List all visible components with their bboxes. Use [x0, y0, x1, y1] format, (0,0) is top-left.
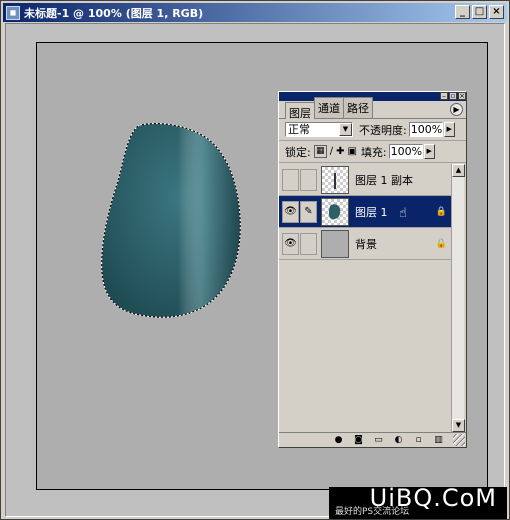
document-window: ◼ 未标题-1 @ 100% (图层 1, RGB) _ □ × – ▫ × 图… — [0, 0, 510, 520]
maximize-button[interactable]: □ — [472, 5, 487, 19]
blend-mode-select[interactable]: 正常 ▼ — [285, 122, 353, 137]
workspace: – ▫ × 图层 通道 路径 ▶ 正常 ▼ 不透明度: 100% ▶ 锁定: ▦… — [5, 23, 505, 517]
panel-minimize-button[interactable]: – — [440, 92, 448, 100]
resize-grip-icon[interactable] — [453, 434, 465, 446]
layers-list: 图层 1 副本 👁 ✎ 图层 1 ☝ 🔒 👁 背景 🔒 — [279, 164, 451, 426]
new-layer-icon[interactable]: ▫ — [413, 435, 424, 445]
layer-row-selected[interactable]: 👁 ✎ 图层 1 ☝ 🔒 — [279, 196, 451, 228]
layer-thumbnail — [321, 165, 349, 194]
layer-lock-icon: 🔒 — [435, 206, 447, 217]
folder-icon[interactable]: ▭ — [373, 435, 384, 445]
scroll-up-icon[interactable]: ▲ — [452, 164, 465, 177]
shape-thumb-icon — [329, 203, 341, 219]
close-button[interactable]: × — [489, 5, 504, 19]
panel-close-button[interactable]: × — [458, 92, 466, 100]
lock-all-icon[interactable]: ▣ — [347, 146, 356, 157]
layer-row-copy[interactable]: 图层 1 副本 — [279, 164, 451, 196]
layers-scrollbar[interactable]: ▲ ▼ — [451, 164, 465, 432]
tab-layers[interactable]: 图层 — [285, 102, 315, 120]
layer-style-icon[interactable]: ● — [333, 435, 344, 445]
fill-input[interactable]: 100% — [388, 144, 423, 159]
layer-thumbnail — [321, 229, 349, 258]
window-title: 未标题-1 @ 100% (图层 1, RGB) — [24, 6, 204, 20]
layers-panel: – ▫ × 图层 通道 路径 ▶ 正常 ▼ 不透明度: 100% ▶ 锁定: ▦… — [278, 91, 467, 448]
lock-label: 锁定: — [285, 145, 311, 159]
watermark: 最好的PS交流论坛 UiBQ.CoM — [329, 484, 507, 519]
opacity-slider-arrow-icon[interactable]: ▶ — [443, 122, 455, 137]
panel-collapse-button[interactable]: ▫ — [449, 92, 457, 100]
blend-mode-value: 正常 — [288, 123, 310, 136]
adjustment-icon[interactable]: ◐ — [393, 435, 404, 445]
link-toggle-empty[interactable] — [300, 168, 317, 191]
brush-icon[interactable]: ✎ — [300, 200, 317, 223]
text-cursor-icon — [334, 172, 336, 189]
opacity-input[interactable]: 100% — [408, 122, 443, 137]
fill-slider-arrow-icon[interactable]: ▶ — [423, 144, 435, 159]
lock-row: 锁定: ▦ ∕ ✚ ▣ 填充: 100% ▶ — [279, 141, 466, 163]
trash-icon[interactable]: ▥ — [433, 435, 444, 445]
layer-name: 图层 1 — [355, 205, 388, 219]
layers-bottom-bar: ● ◙ ▭ ◐ ▫ ▥ — [279, 432, 466, 447]
layer-lock-icon: 🔒 — [435, 238, 447, 249]
title-bar[interactable]: ◼ 未标题-1 @ 100% (图层 1, RGB) _ □ × — [3, 3, 507, 22]
layer-thumbnail — [321, 197, 349, 226]
tab-channels[interactable]: 通道 — [314, 97, 344, 118]
minimize-button[interactable]: _ — [455, 5, 470, 19]
window-controls: _ □ × — [455, 5, 504, 19]
tab-paths[interactable]: 路径 — [343, 97, 373, 118]
scroll-down-icon[interactable]: ▼ — [452, 419, 465, 432]
chevron-down-icon[interactable]: ▼ — [339, 123, 352, 136]
visibility-toggle-empty[interactable] — [282, 168, 299, 191]
panel-menu-arrow-icon[interactable]: ▶ — [450, 103, 463, 116]
selected-shape[interactable] — [100, 121, 250, 321]
lock-transparency-icon[interactable]: ▦ — [313, 145, 327, 158]
blend-row: 正常 ▼ 不透明度: 100% ▶ — [279, 119, 466, 141]
layer-name: 图层 1 副本 — [355, 173, 413, 187]
layer-name: 背景 — [355, 237, 377, 251]
hand-cursor-icon: ☝ — [399, 206, 407, 221]
link-toggle-empty[interactable] — [300, 232, 317, 255]
lock-paint-icon[interactable]: ∕ — [330, 146, 333, 157]
eye-icon[interactable]: 👁 — [282, 200, 299, 223]
lock-move-icon[interactable]: ✚ — [336, 146, 344, 157]
panel-tabs: 图层 通道 路径 ▶ — [279, 97, 466, 120]
fill-label: 填充: — [360, 145, 387, 159]
photoshop-doc-icon: ◼ — [6, 5, 20, 20]
watermark-logo: UiBQ.CoM — [369, 484, 497, 512]
eye-icon[interactable]: 👁 — [282, 232, 299, 255]
opacity-label: 不透明度: — [359, 123, 407, 137]
mask-icon[interactable]: ◙ — [353, 435, 364, 445]
layer-row-background[interactable]: 👁 背景 🔒 — [279, 228, 451, 260]
